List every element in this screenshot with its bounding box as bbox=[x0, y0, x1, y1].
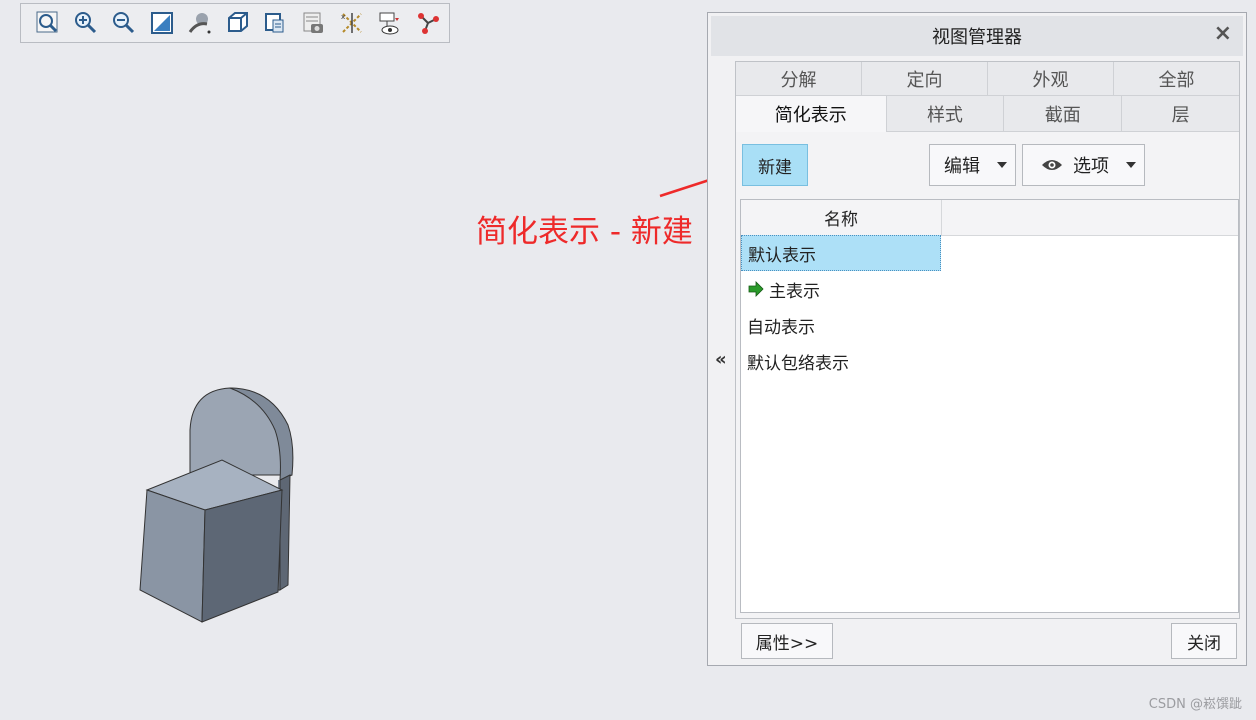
tab-layers[interactable]: 层 bbox=[1122, 96, 1240, 132]
annotation-label: 简化表示 - 新建 bbox=[476, 214, 693, 250]
edit-dropdown-label: 编辑 bbox=[944, 156, 980, 177]
view-manager-icon bbox=[303, 12, 323, 33]
zoom-in-button[interactable] bbox=[67, 5, 105, 41]
representation-list: 名称 默认表示 主表示 自动表示 默认包络表示 bbox=[740, 199, 1239, 613]
spin-tool-icon bbox=[418, 13, 439, 34]
chevron-down-icon bbox=[1126, 162, 1136, 168]
display-style-button[interactable] bbox=[219, 5, 257, 41]
annotation-display-icon bbox=[379, 12, 399, 35]
list-item-label: 自动表示 bbox=[747, 317, 815, 338]
spin-center-icon bbox=[188, 13, 211, 34]
list-item[interactable]: 默认包络表示 bbox=[741, 343, 941, 379]
tab-sections[interactable]: 截面 bbox=[1004, 96, 1123, 132]
annotation-display-button[interactable] bbox=[371, 5, 409, 41]
zoom-out-button[interactable] bbox=[105, 5, 143, 41]
watermark: CSDN @崧馔跐 bbox=[1148, 697, 1242, 712]
zoom-in-icon bbox=[75, 12, 97, 34]
tab-row-bottom: 简化表示 样式 截面 层 bbox=[736, 96, 1240, 132]
options-dropdown[interactable]: 选项 bbox=[1022, 144, 1145, 186]
edit-dropdown[interactable]: 编辑 bbox=[929, 144, 1016, 186]
list-item[interactable]: 自动表示 bbox=[741, 307, 941, 343]
tab-style[interactable]: 样式 bbox=[886, 96, 1005, 132]
datum-display-button[interactable]: x bbox=[333, 5, 371, 41]
view-manager-dialog: 视图管理器 × « 分解 定向 外观 全部 简化表示 样式 截面 层 新建 编辑… bbox=[707, 12, 1247, 666]
saved-orientations-button[interactable] bbox=[257, 5, 295, 41]
spin-center-button[interactable] bbox=[181, 5, 219, 41]
svg-text:x: x bbox=[341, 13, 345, 21]
saved-orientations-icon bbox=[265, 13, 284, 33]
eye-icon bbox=[1042, 160, 1062, 170]
properties-button[interactable]: 属性>> bbox=[741, 623, 833, 659]
tab-simplified-rep[interactable]: 简化表示 bbox=[736, 96, 887, 132]
active-arrow-icon bbox=[747, 281, 765, 297]
repaint-icon bbox=[151, 12, 173, 34]
view-toolbar: x bbox=[20, 3, 450, 43]
dialog-title: 视图管理器 bbox=[711, 16, 1243, 56]
repaint-button[interactable] bbox=[143, 5, 181, 41]
collapse-panel-icon[interactable]: « bbox=[715, 349, 727, 370]
display-style-icon bbox=[228, 12, 248, 32]
list-item-label: 默认包络表示 bbox=[747, 353, 849, 374]
datum-display-icon: x bbox=[341, 13, 362, 33]
view-manager-button[interactable] bbox=[295, 5, 333, 41]
spin-tool-button[interactable] bbox=[409, 5, 447, 41]
chevron-down-icon bbox=[997, 162, 1007, 168]
list-rows: 默认表示 主表示 自动表示 默认包络表示 bbox=[741, 235, 1238, 379]
list-header: 名称 bbox=[741, 200, 1238, 236]
zoom-fit-button[interactable] bbox=[29, 5, 67, 41]
column-header-name[interactable]: 名称 bbox=[741, 200, 942, 235]
zoom-fit-icon bbox=[36, 11, 58, 33]
tab-all[interactable]: 全部 bbox=[1114, 62, 1239, 95]
zoom-out-icon bbox=[113, 12, 135, 34]
tab-row-top: 分解 定向 外观 全部 bbox=[736, 62, 1239, 96]
list-item-label: 默认表示 bbox=[748, 245, 816, 266]
new-button[interactable]: 新建 bbox=[742, 144, 808, 186]
tab-orient[interactable]: 定向 bbox=[862, 62, 988, 95]
close-button[interactable]: 关闭 bbox=[1171, 623, 1237, 659]
tab-explode[interactable]: 分解 bbox=[736, 62, 862, 95]
list-item[interactable]: 主表示 bbox=[741, 271, 941, 307]
close-icon[interactable]: × bbox=[1214, 23, 1232, 45]
tab-appearance[interactable]: 外观 bbox=[988, 62, 1114, 95]
model-graphic bbox=[139, 387, 294, 623]
options-dropdown-label: 选项 bbox=[1073, 156, 1109, 177]
list-item-label: 主表示 bbox=[769, 281, 820, 302]
tab-panel: 分解 定向 外观 全部 简化表示 样式 截面 层 新建 编辑 选项 名称 默认表… bbox=[735, 61, 1240, 619]
list-item[interactable]: 默认表示 bbox=[741, 235, 941, 271]
